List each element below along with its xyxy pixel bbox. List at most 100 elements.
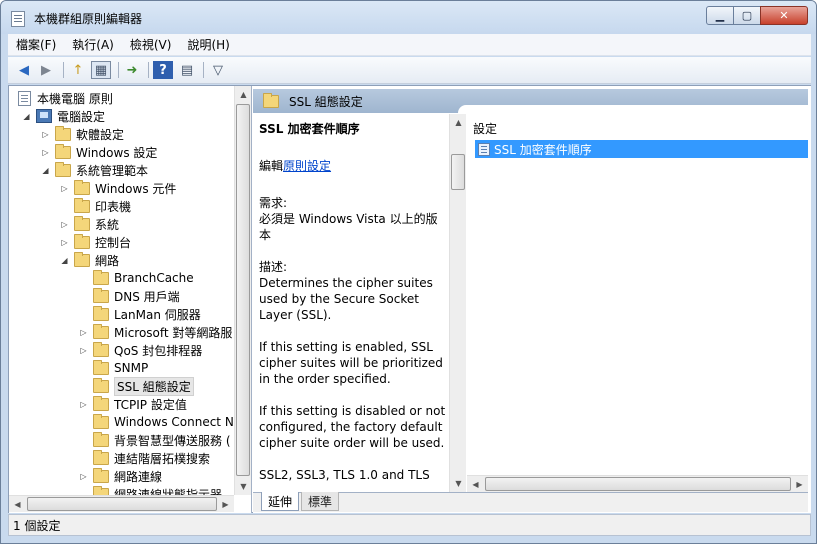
menu-help[interactable]: 說明(H) — [187, 36, 229, 53]
menu-action[interactable]: 執行(A) — [72, 36, 114, 53]
scroll-down-icon[interactable]: ▼ — [450, 475, 467, 492]
folder-icon — [93, 449, 109, 465]
scroll-thumb[interactable] — [485, 477, 791, 491]
tree-item-snmp[interactable]: SNMP — [93, 359, 148, 377]
collapse-icon[interactable]: ◢ — [60, 256, 69, 265]
scroll-right-icon[interactable]: ▶ — [217, 496, 234, 513]
expand-icon[interactable]: ▷ — [79, 472, 88, 481]
folder-icon — [74, 251, 90, 267]
toolbar-separator — [148, 62, 149, 78]
tree-item-software-settings[interactable]: ▷ 軟體設定 — [41, 125, 124, 143]
tree-item-control-panel[interactable]: ▷ 控制台 — [60, 233, 131, 251]
expand-icon[interactable]: ▷ — [79, 328, 88, 337]
settings-list: 設定 SSL 加密套件順序 ◀ ▶ — [467, 114, 808, 492]
edit-policy-line: 編輯原則設定 — [259, 159, 332, 173]
toolbar-separator — [63, 62, 64, 78]
tree-item-computer-config[interactable]: ◢ 電腦設定 — [22, 107, 105, 125]
export-list-icon[interactable]: ➜ — [122, 61, 142, 79]
back-arrow-icon[interactable]: ◀ — [14, 61, 34, 79]
tab-extended[interactable]: 延伸 — [261, 492, 300, 511]
scroll-down-icon[interactable]: ▼ — [235, 478, 251, 495]
setting-title: SSL 加密套件順序 — [259, 122, 360, 136]
help-icon[interactable]: ? — [153, 61, 173, 79]
tree-item-windows-components[interactable]: ▷ Windows 元件 — [60, 179, 176, 197]
main-window: 本機群組原則編輯器 ▁ ▢ ✕ 檔案(F) 執行(A) 檢視(V) 說明(H) … — [0, 0, 817, 544]
scroll-up-icon[interactable]: ▲ — [450, 114, 467, 131]
status-text: 1 個設定 — [13, 518, 61, 533]
app-icon — [11, 11, 25, 27]
folder-icon — [93, 305, 109, 321]
folder-icon — [55, 161, 71, 177]
menu-bar: 檔案(F) 執行(A) 檢視(V) 說明(H) — [8, 34, 811, 56]
tree-item-admin-templates[interactable]: ◢ 系統管理範本 — [41, 161, 148, 179]
maximize-button[interactable]: ▢ — [733, 6, 761, 25]
menu-view[interactable]: 檢視(V) — [130, 36, 172, 53]
collapse-icon[interactable]: ◢ — [22, 112, 31, 121]
expand-icon[interactable]: ▷ — [60, 184, 69, 193]
forward-arrow-icon[interactable]: ▶ — [36, 61, 56, 79]
properties-icon[interactable]: ▤ — [177, 61, 197, 79]
tree-item-windows-settings[interactable]: ▷ Windows 設定 — [41, 143, 157, 161]
up-folder-icon[interactable]: ↑ — [68, 61, 88, 79]
view-tabs: 延伸 標準 — [253, 492, 808, 512]
scroll-up-icon[interactable]: ▲ — [235, 86, 251, 103]
tree-vertical-scrollbar[interactable]: ▲ ▼ — [234, 86, 251, 495]
scroll-thumb[interactable] — [451, 154, 465, 190]
folder-icon — [93, 341, 109, 357]
scroll-thumb[interactable] — [27, 497, 217, 511]
setting-icon — [478, 142, 490, 156]
tree-item-dns-client[interactable]: DNS 用戶端 — [93, 287, 180, 305]
navigation-tree: 本機電腦 原則 ◢ 電腦設定 ▷ 軟體設定 ▷ Windows 設定 ◢ 系統管… — [9, 86, 252, 513]
policy-document-icon — [18, 90, 31, 106]
scroll-left-icon[interactable]: ◀ — [467, 476, 484, 493]
filter-icon[interactable]: ▽ — [208, 61, 228, 79]
description-paragraph: If this setting is disabled or not confi… — [259, 404, 446, 450]
description-panel: SSL 加密套件順序 編輯原則設定 需求: 必須是 Windows Vista … — [253, 114, 449, 484]
title-bar[interactable]: 本機群組原則編輯器 ▁ ▢ ✕ — [1, 1, 816, 34]
folder-icon — [93, 323, 109, 339]
folder-icon — [74, 215, 90, 231]
tree-item-network-connections[interactable]: ▷ 網路連線 — [79, 467, 162, 485]
expand-icon[interactable]: ▷ — [41, 130, 50, 139]
folder-icon — [74, 197, 90, 213]
close-button[interactable]: ✕ — [760, 6, 808, 25]
tree-item-ssl-config[interactable]: SSL 組態設定 — [93, 376, 194, 396]
menu-file[interactable]: 檔案(F) — [16, 36, 56, 53]
list-item[interactable]: SSL 加密套件順序 — [475, 140, 808, 158]
tree-item-qos[interactable]: ▷ QoS 封包排程器 — [79, 341, 202, 359]
folder-icon — [93, 467, 109, 483]
tree-item-lltd[interactable]: 連結階層拓樸搜索 — [93, 449, 210, 467]
column-header-setting[interactable]: 設定 — [467, 119, 497, 137]
folder-icon — [93, 269, 109, 285]
tree-item-network[interactable]: ◢ 網路 — [60, 251, 119, 269]
content-area: 本機電腦 原則 ◢ 電腦設定 ▷ 軟體設定 ▷ Windows 設定 ◢ 系統管… — [8, 85, 811, 513]
show-hide-tree-icon[interactable]: ▦ — [91, 61, 111, 79]
edit-policy-link[interactable]: 原則設定 — [283, 159, 331, 173]
tree-item-branchcache[interactable]: BranchCache — [93, 269, 194, 287]
expand-icon[interactable]: ▷ — [79, 346, 88, 355]
expand-icon[interactable]: ▷ — [79, 400, 88, 409]
collapse-icon[interactable]: ◢ — [41, 166, 50, 175]
minimize-button[interactable]: ▁ — [706, 6, 734, 25]
expand-icon[interactable]: ▷ — [41, 148, 50, 157]
expand-icon[interactable]: ▷ — [60, 220, 69, 229]
tree-item-printers[interactable]: 印表機 — [74, 197, 131, 215]
tree-item-windows-connect[interactable]: Windows Connect N — [93, 413, 234, 431]
folder-icon — [93, 377, 109, 393]
details-title: SSL 組態設定 — [289, 94, 363, 109]
tree-item-tcpip[interactable]: ▷ TCPIP 設定值 — [79, 395, 187, 413]
tab-standard[interactable]: 標準 — [301, 492, 340, 511]
scroll-thumb[interactable] — [236, 104, 250, 476]
scroll-right-icon[interactable]: ▶ — [791, 476, 808, 493]
tree-item-lanman-server[interactable]: LanMan 伺服器 — [93, 305, 201, 323]
tree-item-root[interactable]: 本機電腦 原則 — [18, 89, 113, 107]
tree-item-system[interactable]: ▷ 系統 — [60, 215, 119, 233]
tree-item-bits[interactable]: 背景智慧型傳送服務 ( — [93, 431, 231, 449]
tree-horizontal-scrollbar[interactable]: ◀ ▶ — [9, 495, 234, 512]
tree-item-ms-peer[interactable]: ▷ Microsoft 對等網路服 — [79, 323, 232, 341]
description-vertical-scrollbar[interactable]: ▲ ▼ — [449, 114, 466, 492]
list-horizontal-scrollbar[interactable]: ◀ ▶ — [467, 475, 808, 492]
scroll-left-icon[interactable]: ◀ — [9, 496, 26, 513]
expand-icon[interactable]: ▷ — [60, 238, 69, 247]
window-title: 本機群組原則編輯器 — [34, 12, 143, 26]
